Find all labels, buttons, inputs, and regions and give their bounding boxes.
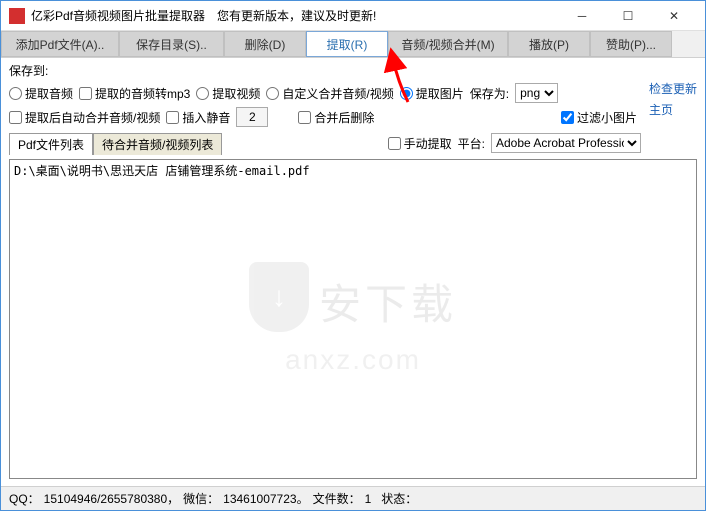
platform-select[interactable]: Adobe Acrobat Profession xyxy=(491,133,641,153)
wechat-label: 微信： xyxy=(183,490,219,507)
filter-small-checkbox[interactable]: 过滤小图片 xyxy=(561,109,637,126)
silence-seconds-spinner[interactable]: 2 xyxy=(236,107,268,127)
close-button[interactable]: ✕ xyxy=(651,2,697,30)
qq-label: QQ： xyxy=(9,490,40,507)
save-as-select[interactable]: png xyxy=(515,83,558,103)
options-panel: 保存到: 提取音频 提取的音频转mp3 提取视频 自定义合并音频/视频 提取图片… xyxy=(1,58,705,481)
extract-video-radio[interactable]: 提取视频 xyxy=(196,85,260,102)
list-item[interactable]: D:\桌面\说明书\思迅天店 店铺管理系统-email.pdf xyxy=(14,162,692,179)
platform-label: 平台: xyxy=(458,135,485,152)
sponsor-button[interactable]: 赞助(P)... xyxy=(590,31,672,57)
manual-extract-checkbox[interactable]: 手动提取 xyxy=(388,135,452,152)
tab-merge-list[interactable]: 待合并音频/视频列表 xyxy=(93,133,222,155)
play-button[interactable]: 播放(P) xyxy=(508,31,590,57)
extract-button[interactable]: 提取(R) xyxy=(306,31,388,57)
state-label: 状态： xyxy=(381,490,417,507)
qq-value: 15104946/2655780380， xyxy=(44,490,179,507)
toolbar: 添加Pdf文件(A).. 保存目录(S).. 删除(D) 提取(R) 音频/视频… xyxy=(1,31,705,58)
watermark-icon xyxy=(249,262,309,332)
window-subtitle: 您有更新版本，建议及时更新! xyxy=(217,7,376,24)
maximize-button[interactable]: ☐ xyxy=(605,2,651,30)
insert-silence-checkbox[interactable]: 插入静音 xyxy=(166,109,230,126)
titlebar: 亿彩Pdf音频视频图片批量提取器 您有更新版本，建议及时更新! ─ ☐ ✕ xyxy=(1,1,705,31)
tab-pdf-list[interactable]: Pdf文件列表 xyxy=(9,133,93,155)
extract-image-radio[interactable]: 提取图片 xyxy=(400,85,464,102)
minimize-button[interactable]: ─ xyxy=(559,2,605,30)
add-pdf-button[interactable]: 添加Pdf文件(A).. xyxy=(1,31,119,57)
file-list[interactable]: D:\桌面\说明书\思迅天店 店铺管理系统-email.pdf 安下载 anxz… xyxy=(9,159,697,479)
files-count: 1 xyxy=(365,492,372,506)
check-update-link[interactable]: 检查更新 xyxy=(649,80,697,97)
extract-audio-radio[interactable]: 提取音频 xyxy=(9,85,73,102)
delete-button[interactable]: 删除(D) xyxy=(224,31,306,57)
custom-merge-radio[interactable]: 自定义合并音频/视频 xyxy=(266,85,393,102)
statusbar: QQ： 15104946/2655780380， 微信： 13461007723… xyxy=(1,486,705,510)
app-icon xyxy=(9,8,25,24)
watermark: 安下载 anxz.com xyxy=(249,262,457,376)
files-label: 文件数： xyxy=(313,490,361,507)
auto-merge-checkbox[interactable]: 提取后自动合并音频/视频 xyxy=(9,109,160,126)
wechat-value: 13461007723。 xyxy=(223,490,308,507)
window-title: 亿彩Pdf音频视频图片批量提取器 xyxy=(31,7,205,24)
tabs: Pdf文件列表 待合并音频/视频列表 xyxy=(9,133,222,155)
audio-to-mp3-checkbox[interactable]: 提取的音频转mp3 xyxy=(79,85,190,102)
delete-after-merge-checkbox[interactable]: 合并后删除 xyxy=(298,109,374,126)
save-to-label: 保存到: xyxy=(9,62,48,79)
save-dir-button[interactable]: 保存目录(S).. xyxy=(119,31,224,57)
save-as-label: 保存为: xyxy=(470,85,509,102)
window-controls: ─ ☐ ✕ xyxy=(559,2,697,30)
right-links: 检查更新 主页 xyxy=(649,62,697,159)
homepage-link[interactable]: 主页 xyxy=(649,101,673,118)
merge-button[interactable]: 音频/视频合并(M) xyxy=(388,31,508,57)
